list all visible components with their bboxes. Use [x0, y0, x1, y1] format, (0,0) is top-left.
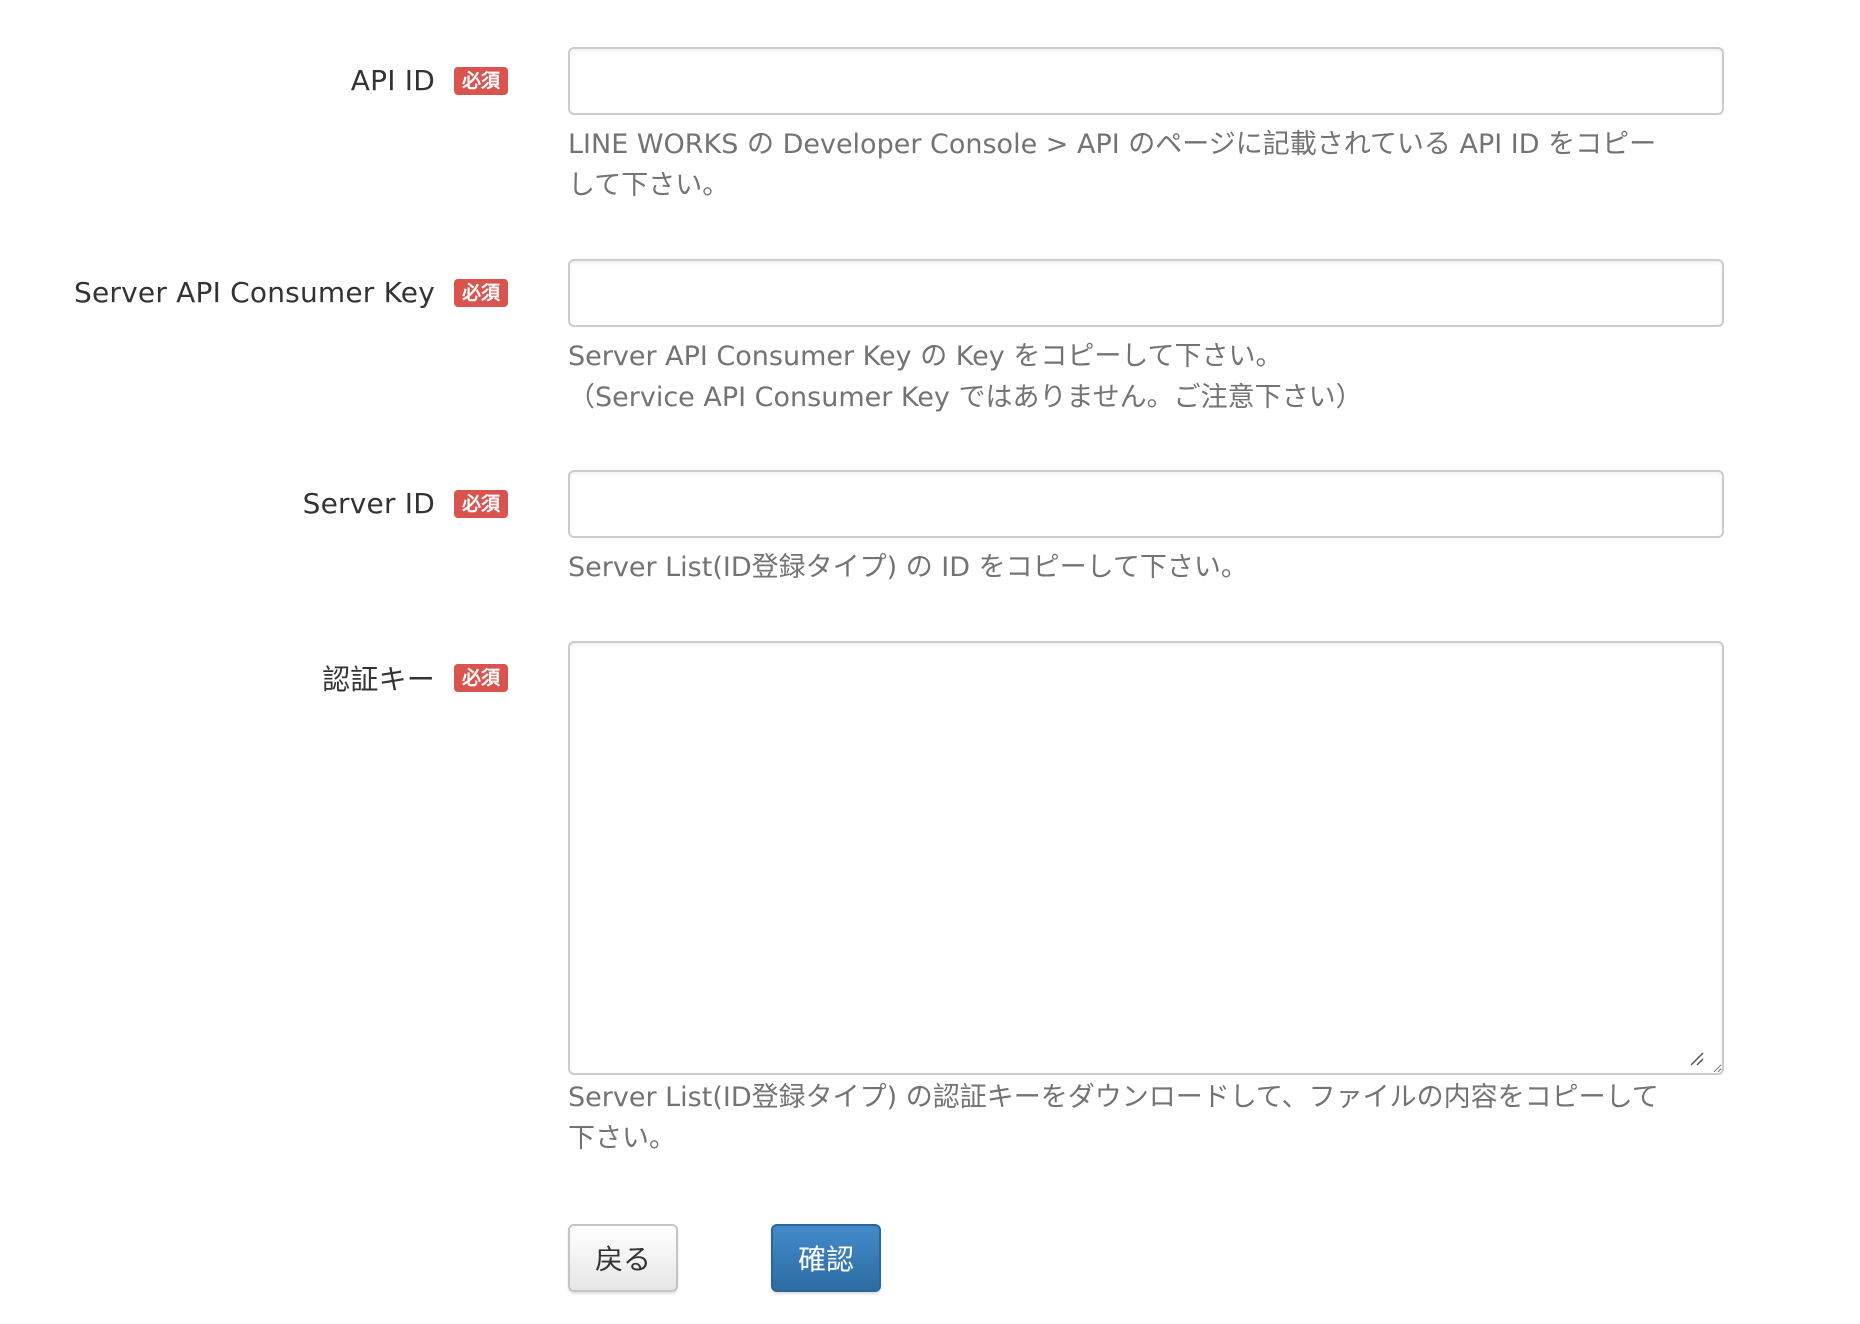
consumer-key-help-line-2: （Service API Consumer Key ではありません。ご注意下さい…: [568, 382, 1363, 413]
consumer-key-input[interactable]: [568, 259, 1724, 327]
consumer-key-help: Server API Consumer Key の Key をコピーして下さい。…: [568, 336, 1718, 418]
required-badge: 必須: [453, 66, 508, 95]
auth-key-label: 認証キー: [322, 663, 435, 696]
server-id-input[interactable]: [568, 470, 1724, 538]
server-id-label: Server ID: [302, 487, 435, 520]
consumer-key-label: Server API Consumer Key: [74, 276, 435, 309]
api-id-label-group: API ID 必須: [351, 64, 508, 97]
confirm-button-label: 確認: [797, 1243, 854, 1276]
auth-key-help: Server List(ID登録タイプ) の認証キーをダウンロードして、ファイル…: [568, 1077, 1718, 1159]
required-badge: 必須: [453, 489, 508, 518]
settings-form: API ID 必須 LINE WORKS の Developer Console…: [0, 0, 1860, 1324]
server-id-label-group: Server ID 必須: [303, 487, 508, 520]
auth-key-textarea[interactable]: [568, 641, 1724, 1075]
api-id-input[interactable]: [568, 47, 1724, 115]
auth-key-label-group: 認証キー 必須: [322, 658, 508, 698]
api-id-help: LINE WORKS の Developer Console > API のペー…: [568, 124, 1718, 206]
auth-key-help-line-2: 下さい。: [568, 1123, 676, 1154]
auth-key-help-line-1: Server List(ID登録タイプ) の認証キーをダウンロードして、ファイル…: [568, 1082, 1659, 1113]
api-id-label: API ID: [350, 64, 435, 97]
back-button[interactable]: 戻る: [568, 1224, 678, 1292]
consumer-key-label-group: Server API Consumer Key 必須: [74, 276, 508, 309]
required-badge: 必須: [453, 664, 508, 692]
confirm-button[interactable]: 確認: [771, 1224, 881, 1292]
server-id-help: Server List(ID登録タイプ) の ID をコピーして下さい。: [568, 547, 1718, 588]
required-badge: 必須: [453, 278, 508, 307]
server-id-help-line-1: Server List(ID登録タイプ) の ID をコピーして下さい。: [568, 552, 1248, 583]
api-id-help-line-1: LINE WORKS の Developer Console > API のペー…: [568, 129, 1657, 160]
consumer-key-help-line-1: Server API Consumer Key の Key をコピーして下さい。: [568, 341, 1283, 372]
api-id-help-line-2: して下さい。: [568, 170, 730, 201]
resize-handle-icon[interactable]: [1688, 1050, 1704, 1066]
back-button-label: 戻る: [594, 1243, 651, 1276]
